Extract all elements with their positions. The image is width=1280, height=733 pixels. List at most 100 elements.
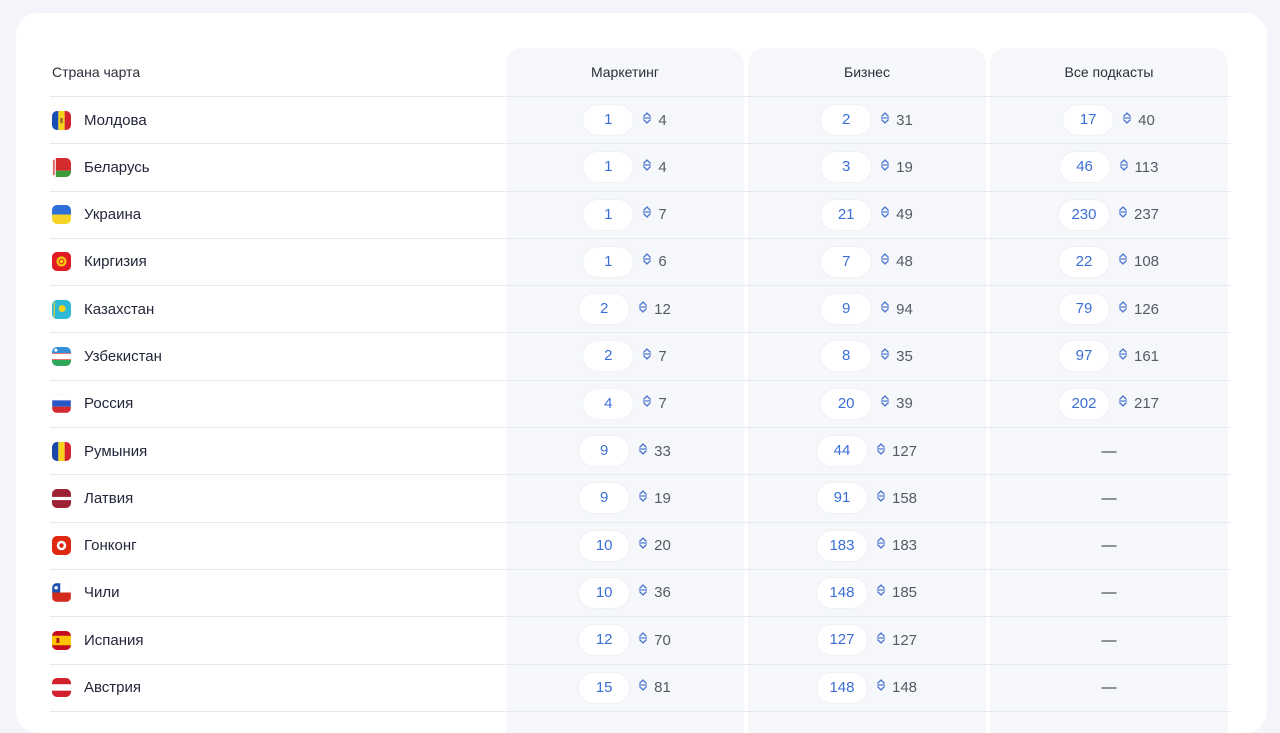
all-position[interactable]: 97 xyxy=(1058,341,1109,372)
business-cell: 3 19 xyxy=(748,144,986,190)
sort-arrows-icon xyxy=(642,347,658,366)
business-position[interactable]: 7 xyxy=(821,246,872,277)
table-row[interactable]: Украина 1 7 21 49 230 237 xyxy=(50,192,1231,239)
marketing-best: 12 xyxy=(638,300,671,319)
all-best-value: 126 xyxy=(1133,300,1160,318)
country-cell: Молдова xyxy=(52,97,147,143)
business-position[interactable]: 148 xyxy=(816,577,867,608)
marketing-best-value: 19 xyxy=(654,489,671,507)
business-position[interactable]: 20 xyxy=(821,388,872,419)
business-best: 48 xyxy=(880,252,913,271)
marketing-position[interactable]: 15 xyxy=(579,672,630,703)
business-position[interactable]: 9 xyxy=(821,294,872,325)
marketing-cell: 10 20 xyxy=(506,523,744,569)
sort-arrows-icon xyxy=(1118,347,1134,366)
business-cell: 148 148 xyxy=(748,665,986,711)
table-row[interactable]: Киргизия 1 6 7 48 22 108 xyxy=(50,239,1231,287)
all-best: 161 xyxy=(1118,347,1159,366)
country-cell: Гонконг xyxy=(52,523,137,569)
table-row[interactable]: Узбекистан 2 7 8 35 97 161 xyxy=(50,333,1231,381)
business-best-value: 127 xyxy=(891,631,918,649)
all-best: 237 xyxy=(1118,205,1159,224)
flag-latvia-icon xyxy=(52,488,71,508)
marketing-position[interactable]: 10 xyxy=(579,577,630,608)
chart-table: Страна чарта Маркетинг Бизнес Все подкас… xyxy=(50,48,1231,712)
all-position[interactable]: 79 xyxy=(1058,294,1109,325)
business-cell: 183 183 xyxy=(748,523,986,569)
marketing-position[interactable]: 4 xyxy=(583,388,634,419)
business-best: 94 xyxy=(880,300,913,319)
business-position[interactable]: 2 xyxy=(821,105,872,135)
marketing-position[interactable]: 1 xyxy=(583,199,634,230)
header-country[interactable]: Страна чарта xyxy=(52,48,140,96)
business-best-value: 158 xyxy=(891,489,918,507)
marketing-best: 33 xyxy=(638,442,671,461)
country-name: Казахстан xyxy=(84,300,155,318)
country-name: Австрия xyxy=(84,679,142,697)
marketing-position[interactable]: 1 xyxy=(583,152,634,183)
empty-value: — xyxy=(1101,489,1117,507)
business-position[interactable]: 21 xyxy=(821,199,872,230)
table-row[interactable]: Гонконг 10 20 183 183 — xyxy=(50,523,1231,570)
business-best-value: 127 xyxy=(891,442,918,460)
table-row[interactable]: Латвия 9 19 91 158 — xyxy=(50,475,1231,523)
country-cell: Киргизия xyxy=(52,239,147,285)
business-position[interactable]: 127 xyxy=(816,625,867,656)
flag-russia-icon xyxy=(52,394,71,414)
business-position[interactable]: 91 xyxy=(816,483,867,514)
all-position[interactable]: 230 xyxy=(1058,199,1109,230)
table-row[interactable]: Казахстан 2 12 9 94 79 126 xyxy=(50,286,1231,334)
all-cell-empty: — xyxy=(990,523,1228,569)
table-header: Страна чарта Маркетинг Бизнес Все подкас… xyxy=(50,48,1231,97)
table-row[interactable]: Беларусь 1 4 3 19 46 113 xyxy=(50,144,1231,192)
all-best: 217 xyxy=(1118,394,1159,413)
marketing-position[interactable]: 2 xyxy=(579,294,630,325)
marketing-position[interactable]: 10 xyxy=(579,530,630,561)
business-position[interactable]: 44 xyxy=(816,436,867,467)
country-cell: Австрия xyxy=(52,665,141,711)
all-cell: 46 113 xyxy=(990,144,1228,190)
table-row[interactable]: Испания 12 70 127 127 — xyxy=(50,617,1231,665)
business-cell: 127 127 xyxy=(748,617,986,663)
all-position[interactable]: 17 xyxy=(1063,105,1114,135)
header-business[interactable]: Бизнес xyxy=(748,48,986,96)
country-cell: Беларусь xyxy=(52,144,150,190)
all-position[interactable]: 46 xyxy=(1059,152,1110,183)
marketing-position[interactable]: 1 xyxy=(583,246,634,277)
marketing-best-value: 20 xyxy=(654,537,671,555)
business-position[interactable]: 3 xyxy=(821,152,872,183)
flag-belarus-icon xyxy=(52,157,71,177)
marketing-position[interactable]: 1 xyxy=(583,105,634,135)
business-best-value: 39 xyxy=(896,395,913,413)
business-cell: 2 31 xyxy=(748,97,986,143)
table-row[interactable]: Россия 4 7 20 39 202 217 xyxy=(50,381,1231,429)
sort-arrows-icon xyxy=(642,205,658,224)
marketing-position[interactable]: 12 xyxy=(579,625,630,656)
marketing-best-value: 81 xyxy=(654,679,671,697)
business-position[interactable]: 8 xyxy=(821,341,872,372)
business-best: 31 xyxy=(880,111,913,130)
flag-ukraine-icon xyxy=(52,205,71,225)
marketing-best: 70 xyxy=(638,631,671,650)
business-cell: 21 49 xyxy=(748,192,986,238)
business-best: 35 xyxy=(880,347,913,366)
marketing-position[interactable]: 9 xyxy=(579,483,630,514)
marketing-best: 4 xyxy=(642,158,667,177)
table-row[interactable]: Молдова 1 4 2 31 17 40 xyxy=(50,97,1231,145)
marketing-best: 7 xyxy=(642,394,667,413)
marketing-position[interactable]: 2 xyxy=(583,341,634,372)
business-position[interactable]: 148 xyxy=(816,672,867,703)
marketing-position[interactable]: 9 xyxy=(579,436,630,467)
table-row[interactable]: Чили 10 36 148 185 — xyxy=(50,570,1231,618)
country-name: Россия xyxy=(84,395,134,413)
all-best-value: 237 xyxy=(1133,206,1160,224)
header-all-podcasts[interactable]: Все подкасты xyxy=(990,48,1228,96)
table-row[interactable]: Румыния 9 33 44 127 — xyxy=(50,428,1231,476)
all-position[interactable]: 202 xyxy=(1058,388,1109,419)
all-position[interactable]: 22 xyxy=(1058,246,1109,277)
header-marketing[interactable]: Маркетинг xyxy=(506,48,744,96)
business-position[interactable]: 183 xyxy=(816,530,867,561)
marketing-best: 36 xyxy=(638,583,671,602)
business-cell: 91 158 xyxy=(748,475,986,521)
country-cell: Чили xyxy=(52,570,120,616)
